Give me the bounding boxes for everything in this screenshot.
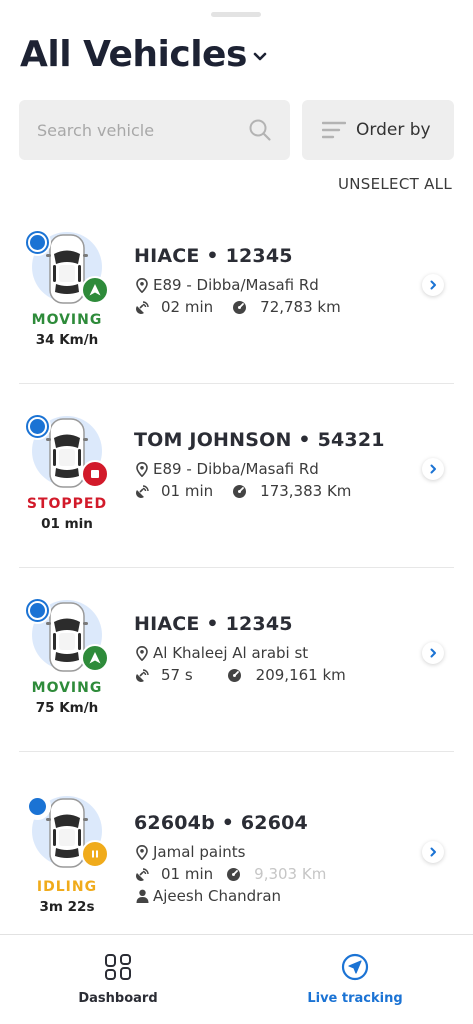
chevron-down-icon[interactable] xyxy=(253,52,267,62)
selection-checkbox[interactable] xyxy=(24,229,51,256)
selection-checkbox[interactable] xyxy=(24,597,51,624)
search-box[interactable] xyxy=(19,100,290,160)
vehicle-location: Jamal paints xyxy=(153,843,246,861)
unselect-all-button[interactable]: UNSELECT ALL xyxy=(338,175,452,193)
vehicle-name: TOM JOHNSON • 54321 xyxy=(134,429,385,451)
vehicle-card[interactable]: MOVING 34 Km/h HIACE • 12345 E89 - Dibba… xyxy=(19,200,454,384)
order-by-label: Order by xyxy=(356,120,431,140)
dashboard-icon xyxy=(104,953,132,985)
vehicle-location: E89 - Dibba/Masafi Rd xyxy=(153,276,319,294)
vehicle-name: HIACE • 12345 xyxy=(134,245,293,267)
odometer-value: 72,783 km xyxy=(260,298,341,316)
status-label: IDLING xyxy=(36,879,98,895)
status-label: MOVING xyxy=(31,312,103,328)
satellite-icon xyxy=(134,300,150,315)
odometer-icon xyxy=(231,300,247,315)
vehicle-list: MOVING 34 Km/h HIACE • 12345 E89 - Dibba… xyxy=(19,200,454,936)
last-update-time: 01 min xyxy=(161,482,214,500)
drag-handle[interactable] xyxy=(211,12,261,17)
odometer-value: 209,161 km xyxy=(255,666,346,684)
vehicle-avatar xyxy=(24,410,120,506)
search-input[interactable] xyxy=(37,120,248,140)
navigation-arrow-icon xyxy=(81,276,109,304)
status-detail: 01 min xyxy=(41,516,93,532)
last-update-time: 57 s xyxy=(161,666,193,684)
chevron-right-icon[interactable] xyxy=(422,841,444,863)
vehicle-name: HIACE • 12345 xyxy=(134,613,293,635)
satellite-icon xyxy=(134,668,150,683)
page-title: All Vehicles xyxy=(20,33,247,75)
person-icon xyxy=(134,889,150,903)
status-label: STOPPED xyxy=(26,496,108,512)
status-detail: 75 Km/h xyxy=(35,700,99,716)
pause-icon xyxy=(81,840,109,868)
vehicle-avatar xyxy=(24,226,120,322)
odometer-value: 173,383 Km xyxy=(260,482,352,500)
last-update-time: 01 min xyxy=(161,865,214,883)
satellite-icon xyxy=(134,867,150,882)
order-by-button[interactable]: Order by xyxy=(302,100,454,160)
location-pin-icon xyxy=(134,645,150,661)
live-tracking-icon xyxy=(341,953,369,985)
search-icon[interactable] xyxy=(248,118,272,142)
odometer-value: 9,303 Km xyxy=(254,865,327,883)
vehicle-location: Al Khaleej Al arabi st xyxy=(153,644,309,662)
vehicle-avatar xyxy=(24,790,120,886)
nav-dashboard-label: Dashboard xyxy=(78,991,158,1006)
chevron-right-icon[interactable] xyxy=(422,274,444,296)
location-pin-icon xyxy=(134,844,150,860)
chevron-right-icon[interactable] xyxy=(422,458,444,480)
vehicle-name: 62604b • 62604 xyxy=(134,812,308,834)
location-pin-icon xyxy=(134,461,150,477)
sort-icon xyxy=(322,120,346,140)
stop-square-icon xyxy=(81,460,109,488)
nav-live-tracking-label: Live tracking xyxy=(307,991,403,1006)
vehicle-card[interactable]: IDLING 3m 22s 62604b • 62604 Jamal paint… xyxy=(19,752,454,936)
nav-live-tracking[interactable]: Live tracking xyxy=(290,953,420,1006)
driver-name: Ajeesh Chandran xyxy=(153,887,282,905)
chevron-right-icon[interactable] xyxy=(422,642,444,664)
selection-checkbox[interactable] xyxy=(24,413,51,440)
vehicle-card[interactable]: STOPPED 01 min TOM JOHNSON • 54321 E89 -… xyxy=(19,384,454,568)
selection-checkbox[interactable] xyxy=(24,793,51,820)
odometer-icon xyxy=(225,867,241,882)
odometer-icon xyxy=(231,484,247,499)
location-pin-icon xyxy=(134,277,150,293)
vehicle-location: E89 - Dibba/Masafi Rd xyxy=(153,460,319,478)
vehicle-avatar xyxy=(24,594,120,690)
bottom-navigation: Dashboard Live tracking xyxy=(0,934,473,1024)
last-update-time: 02 min xyxy=(161,298,214,316)
vehicle-card[interactable]: MOVING 75 Km/h HIACE • 12345 Al Khaleej … xyxy=(19,568,454,752)
nav-dashboard[interactable]: Dashboard xyxy=(53,953,183,1006)
status-detail: 3m 22s xyxy=(39,899,95,915)
satellite-icon xyxy=(134,484,150,499)
status-label: MOVING xyxy=(31,680,103,696)
odometer-icon xyxy=(227,668,243,683)
title-dropdown[interactable]: All Vehicles xyxy=(20,30,267,78)
status-detail: 34 Km/h xyxy=(35,332,99,348)
navigation-arrow-icon xyxy=(81,644,109,672)
